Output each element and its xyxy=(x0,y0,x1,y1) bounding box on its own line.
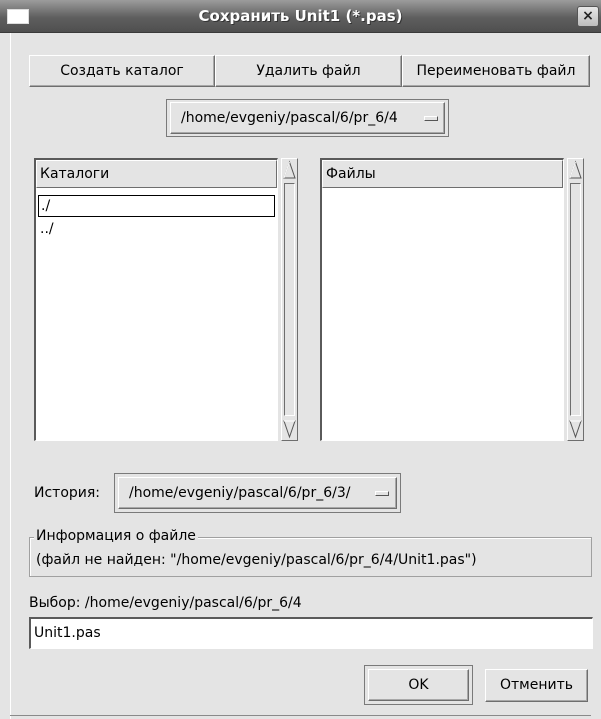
file-info-legend: Информация о файле xyxy=(34,528,198,544)
directories-list[interactable]: Каталоги ./ ../ xyxy=(34,158,278,441)
dropdown-indicator-icon xyxy=(424,116,438,121)
close-icon[interactable]: × xyxy=(577,6,599,27)
path-dropdown[interactable]: /home/evgeniy/pascal/6/pr_6/4 xyxy=(170,102,445,134)
cancel-button[interactable]: Отменить xyxy=(485,669,588,702)
history-dropdown-frame: /home/evgeniy/pascal/6/pr_6/3/ xyxy=(114,473,401,513)
list-item[interactable]: ../ xyxy=(38,219,275,241)
window-title: Сохранить Unit1 (*.pas) xyxy=(198,7,403,25)
history-dropdown[interactable]: /home/evgeniy/pascal/6/pr_6/3/ xyxy=(118,477,397,509)
directories-scrollbar[interactable] xyxy=(281,158,298,441)
path-dropdown-value: /home/evgeniy/pascal/6/pr_6/4 xyxy=(181,110,398,126)
directories-header[interactable]: Каталоги xyxy=(36,160,277,188)
file-info-text: (файл не найден: "/home/evgeniy/pascal/6… xyxy=(36,552,477,568)
files-list[interactable]: Файлы xyxy=(320,158,564,441)
ok-button-frame: OK xyxy=(364,665,473,705)
path-dropdown-frame: /home/evgeniy/pascal/6/pr_6/4 xyxy=(166,99,449,137)
dropdown-indicator-icon xyxy=(375,491,389,496)
history-label: История: xyxy=(34,485,101,501)
file-info-group: Информация о файле (файл не найден: "/ho… xyxy=(29,528,592,577)
arrow-down-icon[interactable] xyxy=(283,419,296,439)
files-scrollbar[interactable] xyxy=(567,158,584,441)
rename-file-button[interactable]: Переименовать файл xyxy=(402,55,590,87)
filename-input[interactable]: Unit1.pas xyxy=(29,617,593,649)
scroll-track[interactable] xyxy=(284,183,295,416)
scroll-track[interactable] xyxy=(570,183,581,416)
arrow-up-icon[interactable] xyxy=(283,160,296,180)
create-directory-button[interactable]: Создать каталог xyxy=(29,55,215,87)
delete-file-button[interactable]: Удалить файл xyxy=(215,55,402,87)
selection-label: Выбор: /home/evgeniy/pascal/6/pr_6/4 xyxy=(29,595,302,611)
history-dropdown-value: /home/evgeniy/pascal/6/pr_6/3/ xyxy=(129,485,351,501)
arrow-up-icon[interactable] xyxy=(569,160,582,180)
ok-button[interactable]: OK xyxy=(368,669,469,701)
arrow-down-icon[interactable] xyxy=(569,419,582,439)
files-header[interactable]: Файлы xyxy=(322,160,563,188)
bottom-border xyxy=(10,715,591,716)
title-bar[interactable]: Сохранить Unit1 (*.pas) × xyxy=(0,0,601,33)
list-item[interactable]: ./ xyxy=(38,195,275,217)
